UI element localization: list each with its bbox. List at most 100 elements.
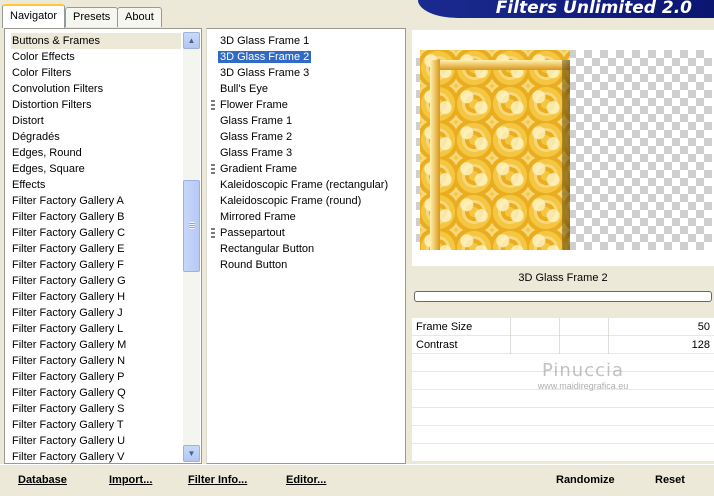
glass-edge-shadow (562, 60, 570, 250)
category-item[interactable]: Filter Factory Gallery M (11, 337, 181, 353)
category-scrollbar[interactable]: ▲ ▼ (183, 32, 200, 462)
reset-button[interactable]: Reset (655, 474, 685, 486)
category-item[interactable]: Dégradés (11, 129, 181, 145)
param-slot-empty (412, 354, 714, 372)
category-item[interactable]: Color Filters (11, 65, 181, 81)
bottom-toolbar: Database Import... Filter Info... Editor… (0, 464, 714, 496)
param-slot-empty (412, 390, 714, 408)
glass-edge-left (430, 60, 440, 250)
category-item[interactable]: Filter Factory Gallery G (11, 273, 181, 289)
category-item[interactable]: Filter Factory Gallery P (11, 369, 181, 385)
filter-item[interactable]: Passepartout (211, 225, 385, 241)
filter-item-label: Glass Frame 3 (220, 147, 293, 159)
filter-item[interactable]: Round Button (219, 257, 385, 273)
param-slot-empty (412, 444, 714, 462)
randomize-button[interactable]: Randomize (556, 474, 615, 486)
filter-item-label: Gradient Frame (220, 163, 298, 175)
category-item[interactable]: Filter Factory Gallery E (11, 241, 181, 257)
progress-bar (414, 291, 712, 302)
param-frame-size[interactable]: Frame Size 50 (412, 318, 714, 336)
filter-item-label: Round Button (220, 259, 288, 271)
category-item[interactable]: Filter Factory Gallery V (11, 449, 181, 465)
category-item[interactable]: Filter Factory Gallery U (11, 433, 181, 449)
filter-item[interactable]: 3D Glass Frame 2 (218, 49, 385, 65)
category-item[interactable]: Filter Factory Gallery T (11, 417, 181, 433)
scroll-thumb[interactable] (183, 180, 200, 272)
category-item[interactable]: Filter Factory Gallery H (11, 289, 181, 305)
filter-info-button[interactable]: Filter Info... (188, 474, 247, 486)
category-item[interactable]: Distortion Filters (11, 97, 181, 113)
filter-item[interactable]: Kaleidoscopic Frame (round) (219, 193, 385, 209)
filter-list: 3D Glass Frame 1 3D Glass Frame 2 3D Glass… (211, 33, 389, 273)
filter-item[interactable]: Glass Frame 2 (219, 129, 385, 145)
category-item[interactable]: Buttons & Frames (11, 33, 181, 49)
scroll-down-button[interactable]: ▼ (183, 445, 200, 462)
filter-item-label: Kaleidoscopic Frame (round) (220, 195, 362, 207)
category-item[interactable]: Edges, Square (11, 161, 181, 177)
category-item[interactable]: Filter Factory Gallery J (11, 305, 181, 321)
filter-item-label: 3D Glass Frame 1 (220, 35, 310, 47)
filter-item-label: Mirrored Frame (220, 211, 296, 223)
preview-image (416, 50, 712, 250)
filter-item[interactable]: Gradient Frame (211, 161, 385, 177)
filter-item-label: Flower Frame (220, 99, 288, 111)
editor-grip-icon (211, 164, 215, 174)
editor-grip-icon (211, 100, 215, 110)
category-item[interactable]: Filter Factory Gallery F (11, 257, 181, 273)
editor-button[interactable]: Editor... (286, 474, 326, 486)
filter-item[interactable]: Rectangular Button (219, 241, 385, 257)
filter-item[interactable]: Kaleidoscopic Frame (rectangular) (219, 177, 389, 193)
filter-item[interactable]: Glass Frame 3 (219, 145, 385, 161)
tab-navigator[interactable]: Navigator (2, 4, 66, 28)
tab-about[interactable]: About (117, 7, 162, 27)
param-contrast[interactable]: Contrast 128 (412, 336, 714, 354)
category-item[interactable]: Filter Factory Gallery N (11, 353, 181, 369)
param-slot-empty (412, 372, 714, 390)
filter-item-label: Passepartout (220, 227, 285, 239)
filter-item[interactable]: Bull's Eye (219, 81, 385, 97)
param-slot-empty (412, 426, 714, 444)
preview-area: 3D Glass Frame 2 Frame Size 50 Contrast … (410, 28, 714, 464)
param-slot-empty (412, 408, 714, 426)
filter-item[interactable]: Glass Frame 1 (219, 113, 385, 129)
database-button[interactable]: Database (18, 474, 67, 486)
tab-presets[interactable]: Presets (65, 7, 119, 27)
preview-frame (412, 30, 714, 266)
filter-item-label: Glass Frame 2 (220, 131, 293, 143)
category-item[interactable]: Filter Factory Gallery A (11, 193, 181, 209)
filter-item-label: Bull's Eye (220, 83, 268, 95)
filter-item[interactable]: 3D Glass Frame 3 (219, 65, 385, 81)
category-list-panel: Buttons & Frames Color Effects Color Filte… (4, 28, 202, 464)
import-button[interactable]: Import... (109, 474, 152, 486)
category-item[interactable]: Filter Factory Gallery B (11, 209, 181, 225)
category-item[interactable]: Filter Factory Gallery Q (11, 385, 181, 401)
category-item[interactable]: Edges, Round (11, 145, 181, 161)
param-label: Contrast (416, 339, 458, 351)
filter-list-panel: 3D Glass Frame 1 3D Glass Frame 2 3D Glass… (206, 28, 406, 464)
parameter-list: Frame Size 50 Contrast 128 (412, 318, 714, 462)
param-value: 128 (691, 339, 710, 351)
editor-grip-icon (211, 228, 215, 238)
scroll-up-button[interactable]: ▲ (183, 32, 200, 49)
filter-item-label: Kaleidoscopic Frame (rectangular) (220, 179, 389, 191)
filter-item-label: Glass Frame 1 (220, 115, 293, 127)
tab-bar: Navigator Presets About Filters Unlimite… (0, 0, 714, 28)
category-list: Buttons & Frames Color Effects Color Filte… (11, 33, 181, 465)
glass-frame-preview (420, 50, 570, 250)
category-item[interactable]: Filter Factory Gallery S (11, 401, 181, 417)
category-item[interactable]: Filter Factory Gallery L (11, 321, 181, 337)
category-item[interactable]: Filter Factory Gallery C (11, 225, 181, 241)
filter-item[interactable]: 3D Glass Frame 1 (219, 33, 385, 49)
slider-track[interactable] (462, 318, 644, 336)
slider-track[interactable] (462, 336, 644, 354)
filter-item-label: Rectangular Button (220, 243, 315, 255)
glass-edge-top (430, 60, 570, 70)
param-value: 50 (697, 321, 710, 333)
category-item[interactable]: Color Effects (11, 49, 181, 65)
category-item[interactable]: Convolution Filters (11, 81, 181, 97)
filter-item-label: 3D Glass Frame 2 (218, 51, 312, 63)
category-item[interactable]: Effects (11, 177, 181, 193)
category-item[interactable]: Distort (11, 113, 181, 129)
filter-item[interactable]: Flower Frame (211, 97, 385, 113)
filter-item[interactable]: Mirrored Frame (219, 209, 385, 225)
